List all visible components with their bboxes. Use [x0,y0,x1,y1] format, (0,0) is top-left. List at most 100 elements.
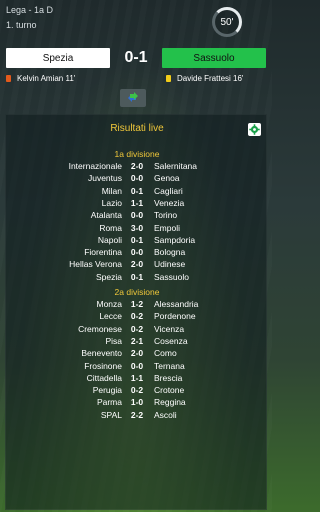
match-score: 0-1 [130,185,144,196]
away-team: Crotone [154,385,185,396]
match-row[interactable]: Cremonese 0-2 Vicenza [6,324,268,336]
away-team: Venezia [154,197,185,208]
match-score: 0-1 [124,49,148,66]
away-team: Cagliari [154,185,183,196]
match-score: 0-1 [130,234,144,245]
match-score: 2-2 [130,409,144,420]
home-team: Cremonese [78,323,122,334]
match-score: 0-0 [130,173,144,184]
match-row[interactable]: Milan 0-1 Cagliari [6,186,268,198]
live-results-title: Risultati live [110,123,164,134]
home-team: Pisa [105,335,122,346]
home-event: Kelvin Amian 11' [6,74,75,83]
home-team-name: Spezia [42,52,74,64]
match-score: 1-1 [130,372,144,383]
away-team: Vicenza [154,323,185,334]
away-team: Empoli [154,222,180,233]
match-row[interactable]: Juventus 0-0 Genoa [6,173,268,185]
match-score: 0-1 [130,271,144,282]
match-row[interactable]: SPAL 2-2 Ascoli [6,410,268,422]
match-score: 2-1 [130,335,144,346]
match-score: 3-0 [130,222,144,233]
away-team: Cosenza [154,335,188,346]
away-event-text: Davide Frattesi 16' [177,74,244,83]
match-score: 0-2 [130,311,144,322]
match-score: 2-0 [130,348,144,359]
match-row[interactable]: Cittadella 1-1 Brescia [6,373,268,385]
match-score: 2-0 [130,161,144,171]
gear-icon [249,124,260,135]
away-team: Como [154,348,177,359]
yellow-card-icon [166,75,171,82]
home-team: Perugia [92,385,122,396]
match-score: 1-1 [130,197,144,208]
home-team-box[interactable]: Spezia [6,48,110,68]
match-score: 1-2 [130,299,144,309]
home-team: Benevento [81,348,122,359]
match-score: 0-2 [130,323,144,334]
home-team: Juventus [87,173,122,184]
match-row[interactable]: Fiorentina 0-0 Bologna [6,247,268,259]
match-row[interactable]: Roma 3-0 Empoli [6,223,268,235]
match-score: 0-0 [130,360,144,371]
away-team: Ternana [154,360,185,371]
match-minute: 50' [220,16,234,28]
home-team: Lecce [99,311,122,322]
away-team: Genoa [154,173,180,184]
match-row[interactable]: Internazionale 2-0 Salernitana [6,161,268,173]
away-team: Sampdoria [154,234,196,245]
match-row[interactable]: Lazio 1-1 Venezia [6,198,268,210]
away-team: Bologna [154,247,186,258]
away-team: Reggina [154,397,186,408]
match-row[interactable]: Benevento 2-0 Como [6,348,268,360]
match-row[interactable]: Parma 1-0 Reggina [6,397,268,409]
match-row[interactable]: Pisa 2-1 Cosenza [6,336,268,348]
substitution-icon [128,92,138,102]
away-team: Sassuolo [154,271,189,282]
match-row[interactable]: Hellas Verona 2-0 Udinese [6,259,268,271]
match-score: 0-0 [130,247,144,258]
match-row[interactable]: Atalanta 0-0 Torino [6,210,268,222]
home-team: Internazionale [68,161,122,171]
home-team: Monza [96,299,122,309]
red-card-icon [6,75,11,82]
match-row[interactable]: Perugia 0-2 Crotone [6,385,268,397]
away-team: Torino [154,210,178,221]
away-team: Udinese [154,259,186,270]
division-title: 1a divisione [114,149,160,159]
home-team: Napoli [97,234,122,245]
home-team: SPAL [100,409,122,420]
away-team: Pordenone [154,311,196,322]
match-row[interactable]: Spezia 0-1 Sassuolo [6,272,268,284]
match-score: 1-0 [130,397,144,408]
home-team: Milan [101,185,122,196]
match-score: 0-2 [130,385,144,396]
home-team: Frosinone [84,360,122,371]
match-header: Lega - 1a D 1. turno 50' [0,0,272,44]
away-event: Davide Frattesi 16' [166,74,243,83]
away-team-name: Sassuolo [193,52,235,64]
settings-button[interactable] [248,123,261,136]
match-score: 0-0 [130,210,144,221]
away-team: Ascoli [154,409,177,420]
home-team: Lazio [101,197,122,208]
match-score: 2-0 [130,259,144,270]
match-row[interactable]: Napoli 0-1 Sampdoria [6,235,268,247]
home-team: Atalanta [90,210,122,221]
home-team: Parma [96,397,122,408]
home-team: Hellas Verona [69,259,122,270]
away-team-box[interactable]: Sassuolo [162,48,266,68]
home-event-text: Kelvin Amian 11' [17,74,76,83]
away-team: Brescia [154,372,183,383]
away-team: Alessandria [154,299,199,309]
live-results-panel: Risultati live 1a divisione Internazional… [5,114,267,510]
substitution-button[interactable] [120,89,146,107]
match-row[interactable]: Lecce 0-2 Pordenone [6,311,268,323]
home-team: Roma [99,222,122,233]
away-team: Salernitana [154,161,198,171]
match-row[interactable]: Frosinone 0-0 Ternana [6,361,268,373]
home-team: Spezia [96,271,122,282]
division-title: 2a divisione [114,287,160,297]
home-team: Cittadella [86,372,122,383]
match-row[interactable]: Monza 1-2 Alessandria [6,299,268,311]
